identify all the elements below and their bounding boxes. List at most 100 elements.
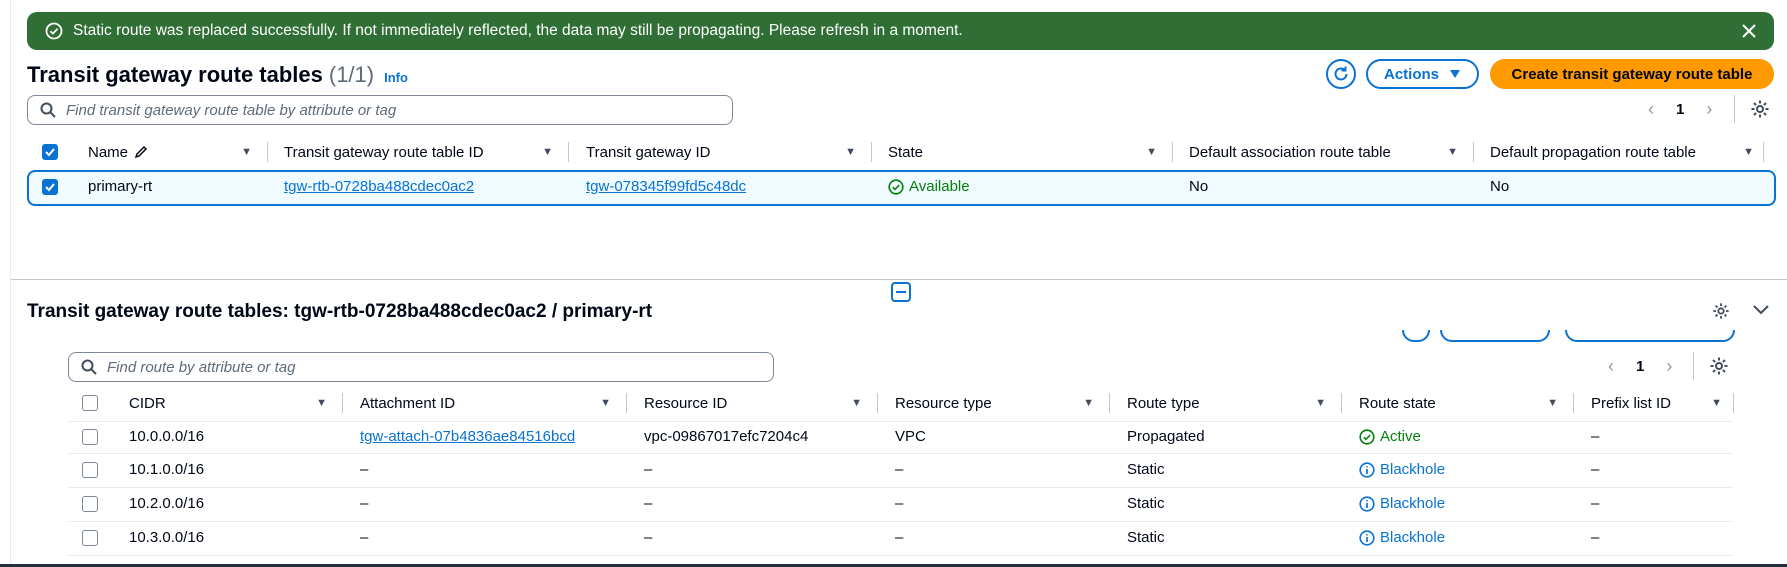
column-header-state[interactable]: State ▼ [872,140,1173,164]
route-type-value: Propagated [1127,428,1205,445]
column-header-route-state[interactable]: Route state ▼ [1342,391,1574,415]
row-checkbox[interactable] [82,462,98,478]
settings-gear-icon[interactable] [1709,356,1729,376]
column-header-label: Transit gateway route table ID [284,143,484,161]
route-search-input[interactable] [107,358,730,376]
partially-hidden-button[interactable] [1402,330,1430,342]
sort-caret-icon: ▼ [1711,397,1722,409]
column-header-default-association[interactable]: Default association route table ▼ [1173,140,1474,164]
partially-hidden-button[interactable] [1565,330,1735,342]
panel-settings-gear-icon[interactable] [1711,301,1731,321]
column-header-label: State [888,143,924,161]
cidr-value: 10.1.0.0/16 [129,461,205,478]
create-route-table-button[interactable]: Create transit gateway route table [1490,59,1774,89]
row-checkbox[interactable] [42,179,58,195]
cidr-value: 10.2.0.0/16 [129,495,205,512]
success-flash: Static route was replaced successfully. … [27,12,1774,50]
column-header-default-propagation[interactable]: Default propagation route table ▼ [1474,140,1764,164]
column-header-label: Resource ID [644,394,728,412]
column-header-route-type[interactable]: Route type ▼ [1110,391,1342,415]
route-state-blackhole[interactable]: Blackhole [1359,495,1445,512]
caret-down-icon [1449,69,1461,79]
sort-caret-icon: ▼ [845,146,856,158]
prev-page-icon[interactable]: ‹ [1648,99,1654,120]
split-panel-resize-handle[interactable] [891,282,911,302]
route-state-label: Active [1380,428,1421,445]
prev-page-icon[interactable]: ‹ [1608,356,1614,377]
column-header-label: Route type [1127,394,1200,412]
column-header-resource-type[interactable]: Resource type ▼ [878,391,1110,415]
prefix-list-value: – [1591,428,1600,445]
selection-count: (1/1) [328,62,375,87]
resource-type-value: – [895,529,904,546]
column-header-tgw-id[interactable]: Transit gateway ID ▼ [569,140,872,164]
state-available: Available [888,178,970,195]
prefix-list-value: – [1591,529,1600,546]
next-page-icon[interactable]: › [1706,99,1712,120]
column-divider [1733,393,1734,413]
info-link[interactable]: Info [384,70,408,85]
column-header-label: Prefix list ID [1591,394,1672,412]
sort-caret-icon: ▼ [316,397,327,409]
default-propagation-value: No [1490,178,1510,195]
column-header-resource-id[interactable]: Resource ID ▼ [627,391,878,415]
current-page[interactable]: 1 [1676,101,1684,118]
settings-gear-icon[interactable] [1750,99,1770,119]
attachment-id-link[interactable]: tgw-attach-07b4836ae84516bcd [360,428,575,445]
partially-hidden-button[interactable] [1440,330,1550,342]
sort-caret-icon: ▼ [1146,146,1157,158]
route-search[interactable] [68,352,774,382]
column-header-label: CIDR [129,394,166,412]
current-page[interactable]: 1 [1636,358,1644,375]
top-pagination: ‹ 1 › [1648,99,1712,120]
route-state-blackhole[interactable]: Blackhole [1359,529,1445,546]
column-divider [1763,142,1764,162]
sort-caret-icon: ▼ [1743,146,1754,158]
actions-button[interactable]: Actions [1366,59,1479,89]
row-name: primary-rt [88,178,153,195]
column-header-prefix-list-id[interactable]: Prefix list ID ▼ [1574,391,1734,415]
status-check-icon [888,178,904,195]
column-header-route-table-id[interactable]: Transit gateway route table ID ▼ [268,140,569,164]
bottom-pagination: ‹ 1 › [1608,356,1672,377]
route-table-id-link[interactable]: tgw-rtb-0728ba488cdec0ac2 [284,178,474,195]
route-state-label: Blackhole [1380,529,1446,546]
column-header-name[interactable]: Name ▼ [68,140,268,164]
resource-id-value: – [644,461,653,478]
sort-caret-icon: ▼ [600,397,611,409]
sort-caret-icon: ▼ [851,397,862,409]
checkbox-checked-icon [42,144,58,160]
row-checkbox[interactable] [82,429,98,445]
split-panel-divider [11,279,1787,280]
row-checkbox[interactable] [82,496,98,512]
column-header-label: Attachment ID [360,394,456,412]
row-divider [68,453,1733,454]
select-all-checkbox[interactable] [42,140,58,164]
success-check-icon [45,22,63,40]
close-icon[interactable] [1738,20,1760,42]
pager-divider [1734,95,1735,123]
pager-divider [1693,352,1694,380]
route-state-blackhole[interactable]: Blackhole [1359,461,1445,478]
info-circle-icon [1359,495,1375,512]
route-table-search[interactable] [27,95,733,125]
search-icon [81,359,97,375]
select-all-checkbox[interactable] [82,391,98,415]
tgw-id-link[interactable]: tgw-078345f99fd5c48dc [586,178,746,195]
left-panel-edge [0,0,11,567]
column-header-cidr[interactable]: CIDR ▼ [110,391,343,415]
next-page-icon[interactable]: › [1666,356,1672,377]
resource-id-value: – [644,529,653,546]
row-checkbox[interactable] [82,530,98,546]
route-type-value: Static [1127,495,1165,512]
cidr-value: 10.0.0.0/16 [129,428,205,445]
collapse-panel-chevron-icon[interactable] [1751,300,1771,320]
refresh-button[interactable] [1326,59,1356,89]
column-header-label: Name [88,143,129,161]
route-table-search-input[interactable] [66,101,689,119]
column-header-attachment-id[interactable]: Attachment ID ▼ [343,391,627,415]
resource-id-value: vpc-09867017efc7204c4 [644,428,809,445]
state-label: Available [909,178,970,195]
sort-caret-icon: ▼ [1315,397,1326,409]
sort-caret-icon: ▼ [542,146,553,158]
